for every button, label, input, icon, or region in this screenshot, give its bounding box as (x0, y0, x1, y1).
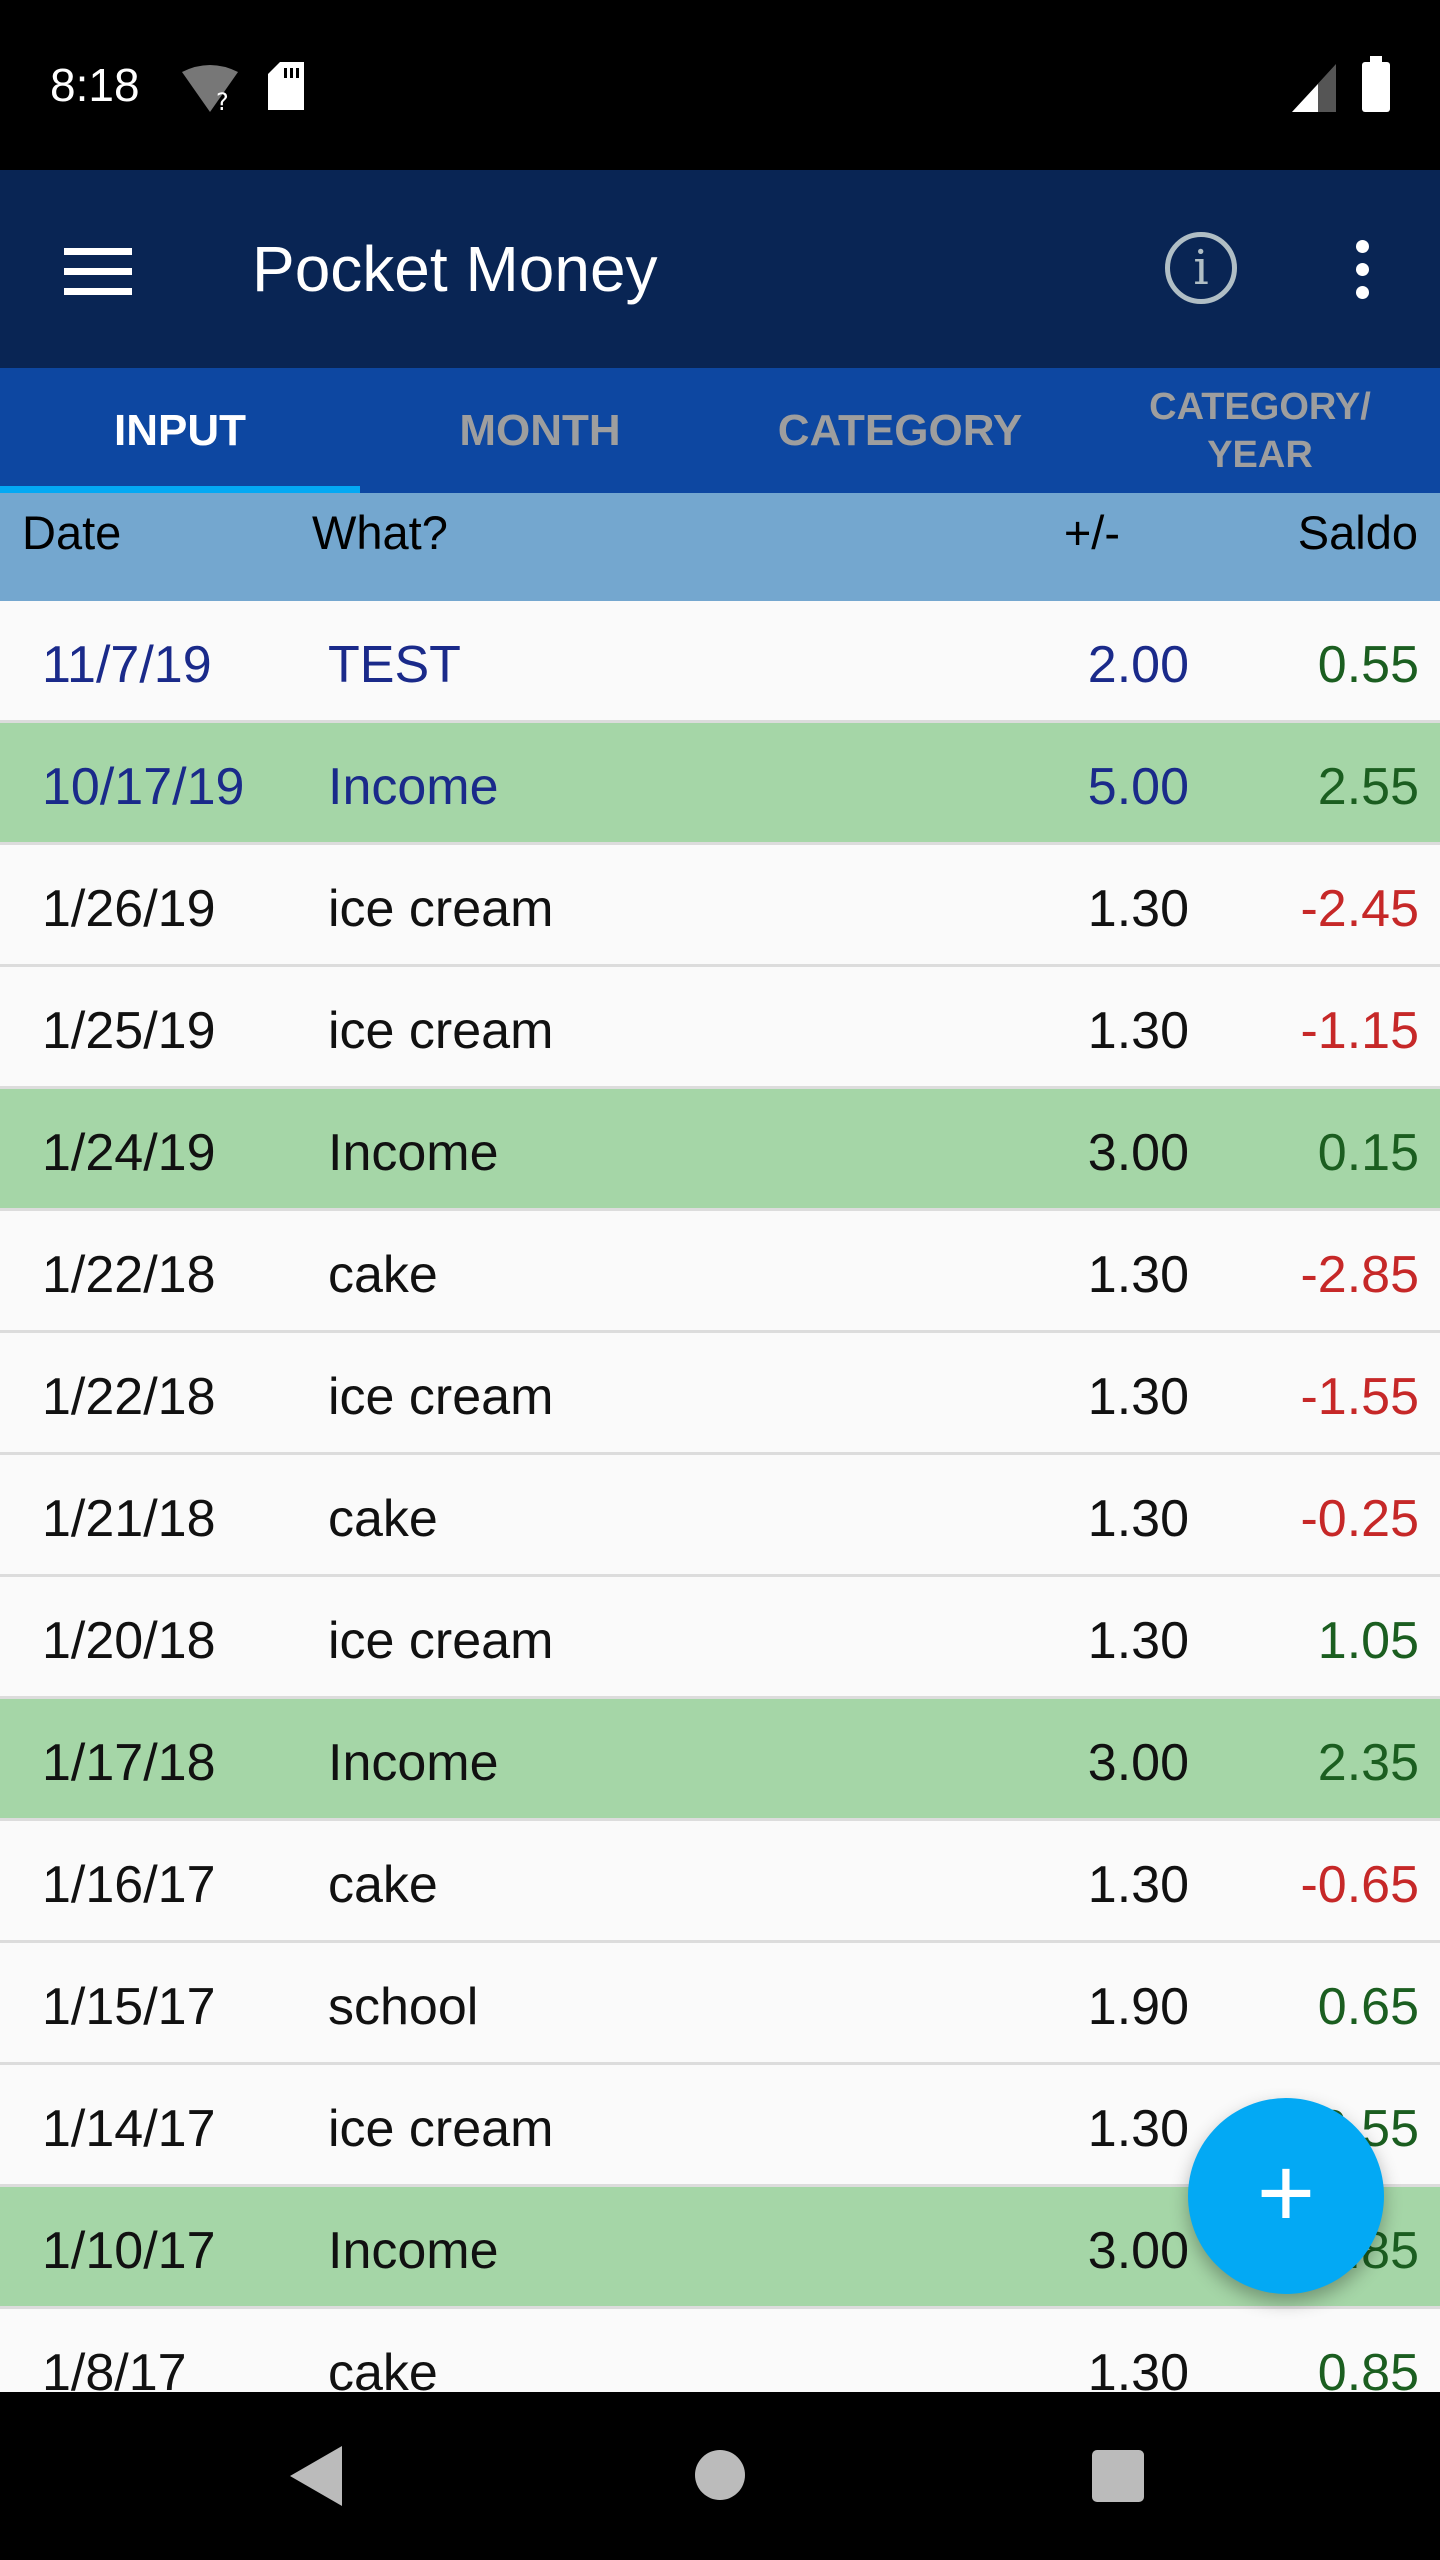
row-amount: 1.30 (1087, 1368, 1189, 1426)
row-what: school (328, 1978, 479, 2036)
row-date: 1/8/17 (42, 2344, 187, 2392)
tab-category-year[interactable]: CATEGORY/ YEAR (1080, 368, 1440, 493)
home-icon[interactable] (695, 2450, 745, 2500)
app-bar: Pocket Money i (0, 170, 1440, 368)
row-amount: 3.00 (1087, 1734, 1189, 1792)
row-date: 11/7/19 (42, 636, 212, 694)
tab-bar: INPUT MONTH CATEGORY CATEGORY/ YEAR (0, 368, 1440, 493)
row-date: 1/17/18 (42, 1734, 216, 1792)
row-date: 1/14/17 (42, 2100, 216, 2158)
row-amount: 1.90 (1087, 1978, 1189, 2036)
row-what: cake (328, 1856, 438, 1914)
header-what[interactable]: What? (312, 505, 448, 560)
tab-category[interactable]: CATEGORY (720, 368, 1080, 493)
table-row[interactable]: 1/22/18 cake 1.30 -2.85 (0, 1211, 1440, 1333)
row-what: Income (328, 2222, 499, 2280)
row-saldo: 2.35 (1317, 1734, 1419, 1792)
row-saldo: 0.15 (1317, 1124, 1419, 1182)
row-what: cake (328, 2344, 438, 2392)
row-saldo: -2.85 (1300, 1246, 1419, 1304)
row-amount: 1.30 (1087, 2100, 1189, 2158)
wifi-unknown-icon: ? (182, 65, 238, 114)
menu-icon[interactable] (64, 248, 132, 295)
info-icon[interactable]: i (1165, 232, 1237, 304)
table-row[interactable]: 10/17/19 Income 5.00 2.55 (0, 723, 1440, 845)
row-what: Income (328, 1734, 499, 1792)
row-saldo: 2.55 (1317, 758, 1419, 816)
svg-text:?: ? (216, 88, 229, 114)
row-saldo: -0.25 (1300, 1490, 1419, 1548)
row-saldo: 0.65 (1317, 1978, 1419, 2036)
row-saldo: -1.15 (1300, 1002, 1419, 1060)
row-amount: 1.30 (1087, 880, 1189, 938)
table-row[interactable]: 1/24/19 Income 3.00 0.15 (0, 1089, 1440, 1211)
add-button[interactable]: + (1188, 2098, 1384, 2294)
row-saldo: -1.55 (1300, 1368, 1419, 1426)
row-date: 1/10/17 (42, 2222, 216, 2280)
signal-icon (1292, 64, 1336, 112)
row-saldo: -0.65 (1300, 1856, 1419, 1914)
row-date: 1/15/17 (42, 1978, 216, 2036)
row-what: TEST (328, 636, 461, 694)
row-what: cake (328, 1490, 438, 1548)
row-date: 1/22/18 (42, 1246, 216, 1304)
status-bar: 8:18 ? (0, 0, 1440, 170)
row-date: 1/22/18 (42, 1368, 216, 1426)
row-amount: 5.00 (1087, 758, 1189, 816)
row-amount: 2.00 (1087, 636, 1189, 694)
row-saldo: -2.45 (1300, 880, 1419, 938)
table-row[interactable]: 1/21/18 cake 1.30 -0.25 (0, 1455, 1440, 1577)
table-row[interactable]: 1/26/19 ice cream 1.30 -2.45 (0, 845, 1440, 967)
row-amount: 3.00 (1087, 1124, 1189, 1182)
sd-card-icon (268, 62, 304, 110)
row-date: 1/21/18 (42, 1490, 216, 1548)
row-what: cake (328, 1246, 438, 1304)
table-row[interactable]: 1/17/18 Income 3.00 2.35 (0, 1699, 1440, 1821)
row-what: ice cream (328, 1002, 554, 1060)
header-amount[interactable]: +/- (1064, 505, 1120, 560)
recents-icon[interactable] (1092, 2450, 1144, 2502)
row-what: ice cream (328, 880, 554, 938)
row-saldo: 0.55 (1317, 636, 1419, 694)
row-amount: 3.00 (1087, 2222, 1189, 2280)
row-date: 1/25/19 (42, 1002, 216, 1060)
row-what: ice cream (328, 1612, 554, 1670)
battery-icon (1362, 56, 1390, 112)
row-what: Income (328, 1124, 499, 1182)
header-date[interactable]: Date (22, 505, 121, 560)
row-what: ice cream (328, 2100, 554, 2158)
table-row[interactable]: 1/16/17 cake 1.30 -0.65 (0, 1821, 1440, 1943)
table-header: Date What? +/- Saldo (0, 493, 1440, 601)
row-date: 1/20/18 (42, 1612, 216, 1670)
row-saldo: 0.85 (1317, 2344, 1419, 2392)
row-amount: 1.30 (1087, 1612, 1189, 1670)
table-row[interactable]: 1/8/17 cake 1.30 0.85 (0, 2309, 1440, 2392)
row-date: 1/16/17 (42, 1856, 216, 1914)
table-row[interactable]: 1/25/19 ice cream 1.30 -1.15 (0, 967, 1440, 1089)
row-amount: 1.30 (1087, 1490, 1189, 1548)
row-amount: 1.30 (1087, 1002, 1189, 1060)
row-what: ice cream (328, 1368, 554, 1426)
more-vert-icon[interactable] (1350, 240, 1374, 300)
back-icon[interactable] (290, 2446, 342, 2506)
row-date: 1/24/19 (42, 1124, 216, 1182)
status-time: 8:18 (50, 59, 140, 111)
table-row[interactable]: 11/7/19 TEST 2.00 0.55 (0, 601, 1440, 723)
row-date: 1/26/19 (42, 880, 216, 938)
row-date: 10/17/19 (42, 758, 245, 816)
header-saldo[interactable]: Saldo (1298, 505, 1418, 560)
row-amount: 1.30 (1087, 2344, 1189, 2392)
row-what: Income (328, 758, 499, 816)
navigation-bar (0, 2392, 1440, 2560)
tab-input[interactable]: INPUT (0, 368, 360, 493)
add-icon: + (1256, 2137, 1316, 2249)
table-row[interactable]: 1/20/18 ice cream 1.30 1.05 (0, 1577, 1440, 1699)
table-row[interactable]: 1/22/18 ice cream 1.30 -1.55 (0, 1333, 1440, 1455)
row-saldo: 1.05 (1317, 1612, 1419, 1670)
table-row[interactable]: 1/15/17 school 1.90 0.65 (0, 1943, 1440, 2065)
row-amount: 1.30 (1087, 1246, 1189, 1304)
row-amount: 1.30 (1087, 1856, 1189, 1914)
page-title: Pocket Money (252, 233, 658, 305)
tab-month[interactable]: MONTH (360, 368, 720, 493)
